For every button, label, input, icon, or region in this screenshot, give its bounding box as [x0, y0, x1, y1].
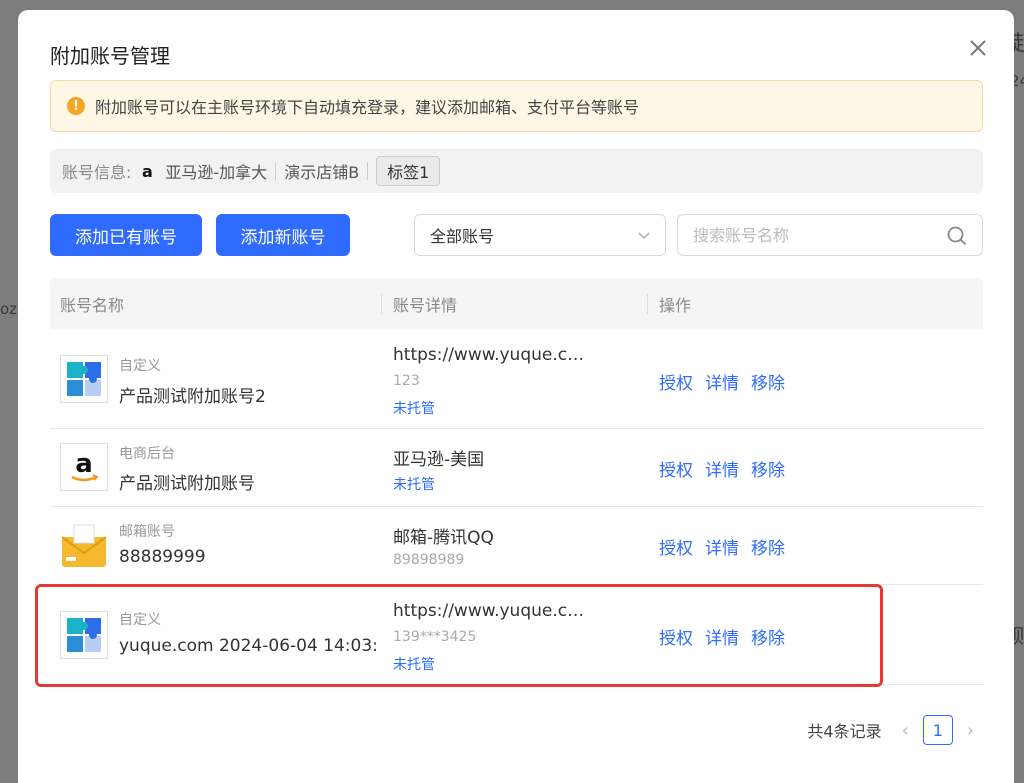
- row-actions: 授权 详情 移除: [659, 534, 785, 559]
- account-detail-sub: 123: [393, 373, 420, 389]
- account-name: 产品测试附加账号: [119, 474, 255, 494]
- platform-name: 亚马逊-加拿大: [165, 163, 268, 182]
- mailbox-icon: [60, 521, 108, 569]
- table-row: 自定义 yuque.com 2024-06-04 14:03: https://…: [50, 585, 983, 685]
- svg-text:a: a: [75, 449, 93, 479]
- row-actions: 授权 详情 移除: [659, 456, 785, 481]
- amazon-logo-icon: a: [60, 443, 108, 491]
- search-box: [677, 214, 983, 256]
- account-detail-sub: 139***3425: [393, 629, 477, 645]
- table-row: a 电商后台 产品测试附加账号 亚马逊-美国 未托管 授权 详情 移除: [50, 429, 983, 507]
- puzzle-icon: [60, 355, 108, 403]
- account-detail: https://www.yuque.c…: [393, 601, 585, 621]
- account-type: 邮箱账号: [119, 524, 175, 540]
- accounts-table: 账号名称 账号详情 操作 自定义 产品测试附加账号2 https://www.y…: [50, 278, 983, 685]
- pagination: 共4条记录 ‹ 1 ›: [807, 715, 974, 745]
- add-new-account-button[interactable]: 添加新账号: [216, 214, 350, 256]
- column-header-actions: 操作: [659, 295, 692, 315]
- hosting-status: 未托管: [393, 401, 435, 417]
- modal-title: 附加账号管理: [50, 44, 170, 68]
- column-header-name: 账号名称: [60, 295, 125, 315]
- details-link[interactable]: 详情: [705, 534, 739, 559]
- filter-value: 全部账号: [430, 227, 495, 246]
- table-row: 自定义 产品测试附加账号2 https://www.yuque.c… 123 未…: [50, 329, 983, 429]
- close-button[interactable]: [966, 36, 990, 60]
- account-tag: 标签1: [376, 156, 441, 186]
- authorize-link[interactable]: 授权: [659, 534, 693, 559]
- remove-link[interactable]: 移除: [751, 534, 785, 559]
- account-info-bar: 账号信息: a 亚马逊-加拿大 演示店铺B 标签1: [50, 149, 983, 193]
- column-header-details: 账号详情: [393, 295, 458, 315]
- authorize-link[interactable]: 授权: [659, 456, 693, 481]
- account-type: 电商后台: [119, 446, 175, 462]
- amazon-logo-icon: a: [142, 161, 153, 181]
- chevron-down-icon: [638, 232, 650, 240]
- warning-icon: !: [67, 97, 85, 115]
- account-detail: 亚马逊-美国: [393, 450, 485, 470]
- account-info-label: 账号信息:: [62, 163, 132, 182]
- additional-accounts-modal: 附加账号管理 ! 附加账号可以在主账号环境下自动填充登录，建议添加邮箱、支付平台…: [18, 10, 1014, 783]
- divider: [381, 294, 382, 314]
- row-actions: 授权 详情 移除: [659, 624, 785, 649]
- divider: [367, 162, 369, 180]
- search-icon[interactable]: [946, 225, 968, 247]
- authorize-link[interactable]: 授权: [659, 369, 693, 394]
- remove-link[interactable]: 移除: [751, 456, 785, 481]
- account-type: 自定义: [119, 358, 161, 374]
- page-number-current[interactable]: 1: [922, 715, 953, 745]
- remove-link[interactable]: 移除: [751, 624, 785, 649]
- account-name: 产品测试附加账号2: [119, 387, 266, 407]
- alert-text: 附加账号可以在主账号环境下自动填充登录，建议添加邮箱、支付平台等账号: [95, 98, 640, 117]
- details-link[interactable]: 详情: [705, 369, 739, 394]
- account-type: 自定义: [119, 612, 161, 628]
- divider: [647, 294, 648, 314]
- account-filter-select[interactable]: 全部账号: [414, 214, 666, 256]
- chevron-right-icon[interactable]: ›: [967, 720, 974, 741]
- puzzle-icon: [60, 611, 108, 659]
- details-link[interactable]: 详情: [705, 624, 739, 649]
- remove-link[interactable]: 移除: [751, 369, 785, 394]
- chevron-left-icon[interactable]: ‹: [902, 720, 909, 741]
- store-name: 演示店铺B: [284, 163, 360, 182]
- account-name: 88889999: [119, 547, 206, 567]
- account-detail: 邮箱-腾讯QQ: [393, 528, 494, 548]
- background-text: oz: [0, 300, 18, 318]
- info-alert: ! 附加账号可以在主账号环境下自动填充登录，建议添加邮箱、支付平台等账号: [50, 80, 983, 132]
- hosting-status: 未托管: [393, 477, 435, 493]
- add-existing-account-button[interactable]: 添加已有账号: [50, 214, 202, 256]
- details-link[interactable]: 详情: [705, 456, 739, 481]
- account-detail-sub: 89898989: [393, 552, 465, 568]
- total-records: 共4条记录: [807, 722, 882, 741]
- account-detail: https://www.yuque.c…: [393, 345, 585, 365]
- authorize-link[interactable]: 授权: [659, 624, 693, 649]
- account-name: yuque.com 2024-06-04 14:03:: [119, 636, 378, 656]
- search-input[interactable]: [693, 225, 933, 245]
- close-icon: [970, 40, 986, 56]
- divider: [275, 162, 277, 180]
- table-header: 账号名称 账号详情 操作: [50, 278, 983, 329]
- hosting-status: 未托管: [393, 657, 435, 673]
- row-actions: 授权 详情 移除: [659, 369, 785, 394]
- table-row: 邮箱账号 88889999 邮箱-腾讯QQ 89898989 授权 详情 移除: [50, 507, 983, 585]
